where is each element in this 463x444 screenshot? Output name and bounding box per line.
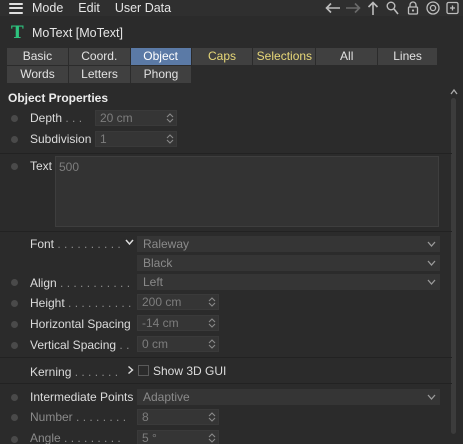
- number-field[interactable]: 8: [137, 409, 219, 425]
- tab-coord[interactable]: Coord.: [68, 48, 130, 65]
- menu-bar: Mode Edit User Data: [0, 0, 463, 16]
- align-dropdown[interactable]: Left: [137, 274, 440, 290]
- font-label: Font . . . . . . . . . .: [30, 237, 121, 251]
- tab-letters[interactable]: Letters: [69, 66, 130, 83]
- tab-caps[interactable]: Caps: [191, 48, 253, 65]
- menu-edit[interactable]: Edit: [78, 1, 100, 15]
- arrow-up-icon[interactable]: [364, 0, 381, 16]
- spinner-icon[interactable]: [208, 432, 216, 444]
- spinner-icon[interactable]: [208, 296, 216, 308]
- divider: [0, 383, 452, 384]
- menu-mode[interactable]: Mode: [32, 1, 63, 15]
- new-window-icon[interactable]: [444, 0, 461, 16]
- depth-label: Depth . . .: [30, 111, 83, 125]
- scroll-up-icon[interactable]: [450, 88, 458, 96]
- depth-field[interactable]: 20 cm: [95, 110, 177, 126]
- kerning-expand-icon[interactable]: [127, 365, 134, 375]
- spinner-icon[interactable]: [208, 411, 216, 423]
- lock-icon[interactable]: [404, 0, 421, 16]
- font-expand-icon[interactable]: [125, 238, 134, 246]
- section-title: Object Properties: [8, 91, 109, 105]
- spinner-icon[interactable]: [166, 133, 174, 145]
- height-label: Height . . . . . . . . . .: [30, 296, 132, 310]
- tab-row-1: Basic Coord. Object Caps Selections All …: [7, 48, 438, 65]
- hamburger-menu-icon[interactable]: [9, 2, 23, 14]
- object-title: MoText [MoText]: [32, 26, 123, 40]
- animate-dot[interactable]: [11, 394, 18, 401]
- nav-icons: [324, 0, 461, 16]
- angle-label: Angle . . . . . . . . .: [30, 431, 121, 444]
- animate-dot[interactable]: [11, 321, 18, 328]
- search-icon[interactable]: [384, 0, 401, 16]
- object-title-bar: T MoText [MoText]: [0, 22, 123, 44]
- text-label: Text: [30, 159, 53, 173]
- number-label: Number . . . . . . . .: [30, 410, 127, 424]
- spinner-icon[interactable]: [166, 112, 174, 124]
- intermediate-points-dropdown[interactable]: Adaptive: [137, 389, 440, 405]
- chevron-down-icon: [427, 260, 436, 266]
- arrow-left-icon[interactable]: [324, 0, 341, 16]
- tab-lines[interactable]: Lines: [378, 48, 438, 65]
- animate-dot[interactable]: [11, 115, 18, 122]
- motext-logo-icon: T: [11, 23, 24, 43]
- divider: [0, 357, 452, 358]
- spinner-icon[interactable]: [208, 338, 216, 350]
- font-family-dropdown[interactable]: Raleway: [137, 236, 440, 252]
- arrow-right-icon[interactable]: [344, 0, 361, 16]
- target-icon[interactable]: [424, 0, 441, 16]
- align-label: Align . . . . . . . . . . .: [30, 276, 131, 290]
- vertical-spacing-label: Vertical Spacing . .: [30, 338, 130, 352]
- tab-selections[interactable]: Selections: [253, 48, 316, 65]
- animate-dot[interactable]: [11, 279, 18, 286]
- tab-object[interactable]: Object: [130, 48, 191, 65]
- animate-dot[interactable]: [11, 414, 18, 421]
- attribute-tabs: Basic Coord. Object Caps Selections All …: [7, 48, 438, 84]
- tab-basic[interactable]: Basic: [7, 48, 68, 65]
- tab-all[interactable]: All: [316, 48, 378, 65]
- animate-dot[interactable]: [11, 342, 18, 349]
- show-3d-gui-label: Show 3D GUI: [153, 364, 227, 378]
- vertical-scrollbar[interactable]: [449, 88, 459, 444]
- animate-dot[interactable]: [11, 436, 18, 443]
- kerning-label: Kerning . . . . . . .: [30, 365, 119, 379]
- animate-dot[interactable]: [11, 300, 18, 307]
- tab-words[interactable]: Words: [7, 66, 68, 83]
- angle-field[interactable]: 5 °: [137, 430, 219, 444]
- menu-user-data[interactable]: User Data: [115, 1, 171, 15]
- horizontal-spacing-label: Horizontal Spacing: [30, 317, 131, 331]
- chevron-down-icon: [427, 279, 436, 285]
- vertical-spacing-field[interactable]: 0 cm: [137, 336, 219, 352]
- text-input[interactable]: 500: [55, 156, 439, 227]
- show-3d-gui-checkbox[interactable]: [138, 365, 149, 376]
- chevron-down-icon: [427, 394, 436, 400]
- horizontal-spacing-field[interactable]: -14 cm: [137, 315, 219, 331]
- tab-phong[interactable]: Phong: [131, 66, 191, 83]
- spinner-icon[interactable]: [208, 317, 216, 329]
- divider: [0, 231, 452, 232]
- height-field[interactable]: 200 cm: [137, 294, 219, 310]
- tab-row-2: Words Letters Phong: [7, 66, 438, 83]
- divider: [0, 153, 452, 154]
- animate-dot[interactable]: [11, 136, 18, 143]
- chevron-down-icon: [427, 241, 436, 247]
- subdivision-label: Subdivision: [30, 132, 92, 146]
- animate-dot[interactable]: [11, 163, 18, 170]
- font-style-dropdown[interactable]: Black: [137, 255, 440, 271]
- intermediate-points-label: Intermediate Points: [30, 390, 134, 404]
- subdivision-field[interactable]: 1: [95, 131, 177, 147]
